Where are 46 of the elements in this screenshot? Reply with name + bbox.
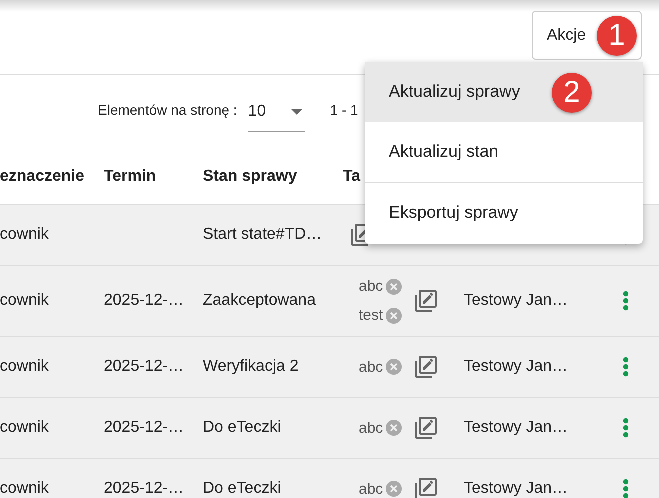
remove-tag-icon[interactable] bbox=[386, 420, 402, 436]
page-range: 1 - 1 bbox=[330, 102, 358, 118]
tag-label: abc bbox=[359, 358, 384, 376]
column-header: Termin bbox=[104, 168, 158, 186]
edit-icon[interactable] bbox=[414, 289, 438, 313]
table-cell-text: Testowy Jan… bbox=[464, 292, 570, 310]
edit-icon[interactable] bbox=[414, 477, 438, 498]
table-cell-text: cownik bbox=[0, 226, 50, 244]
remove-tag-icon[interactable] bbox=[386, 481, 402, 497]
menu-item[interactable]: Eksportuj sprawy bbox=[365, 182, 643, 242]
table-cell-text: Do eTeczki bbox=[203, 480, 282, 498]
more-options-icon[interactable] bbox=[623, 357, 629, 377]
table-cell-text: Do eTeczki bbox=[203, 419, 282, 437]
tag-label: abc bbox=[359, 480, 384, 498]
table-cell-text: 2025-12-… bbox=[104, 480, 186, 498]
table-cell-text: 2025-12-… bbox=[104, 292, 186, 310]
remove-tag-icon[interactable] bbox=[386, 308, 402, 324]
column-header: Stan sprawy bbox=[203, 168, 298, 186]
tag-label: abc bbox=[359, 420, 384, 436]
table-cell-text: Testowy Jan… bbox=[464, 419, 570, 437]
column-header: Ta bbox=[343, 168, 362, 186]
table-cell-text: cownik bbox=[0, 419, 50, 437]
remove-tag-icon[interactable] bbox=[386, 278, 402, 294]
table-cell-text: 2025-12-… bbox=[104, 358, 186, 376]
table-cell-text: Testowy Jan… bbox=[464, 358, 570, 376]
table-cell-text: Testowy Jan… bbox=[464, 480, 570, 498]
edit-icon[interactable] bbox=[414, 355, 438, 379]
table-cell-text: cownik bbox=[0, 358, 50, 376]
table-cell-text: Weryfikacja 2 bbox=[203, 358, 300, 376]
table-cell-text: Zaakceptowana bbox=[203, 292, 317, 310]
more-options-icon[interactable] bbox=[623, 291, 629, 311]
edit-icon[interactable] bbox=[414, 416, 438, 440]
tag-label: test bbox=[359, 307, 384, 324]
table-cell-text: 2025-12-… bbox=[104, 419, 186, 437]
tag-label: abc bbox=[359, 278, 384, 295]
table-cell-text: Start state#TD… bbox=[203, 226, 324, 244]
page-size-label: Elementów na stronę : bbox=[98, 102, 238, 118]
menu-item[interactable]: Aktualizuj stan bbox=[365, 122, 643, 182]
remove-tag-icon[interactable] bbox=[386, 359, 402, 375]
more-options-icon[interactable] bbox=[623, 418, 629, 438]
page-size-select[interactable]: 10 bbox=[248, 88, 306, 132]
table-cell-text: cownik bbox=[0, 292, 50, 310]
caret-icon bbox=[291, 108, 304, 114]
table-cell-text: cownik bbox=[0, 480, 50, 498]
column-header: eznaczenie bbox=[0, 168, 86, 186]
more-options-icon[interactable] bbox=[623, 479, 629, 498]
